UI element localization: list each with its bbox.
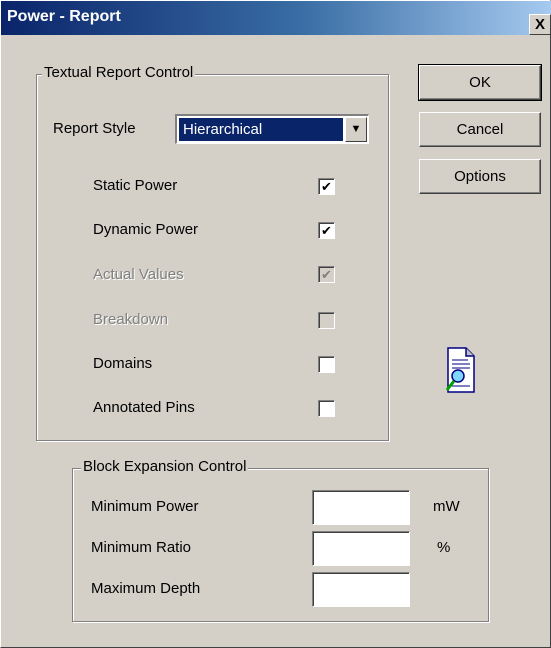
minimum-power-input[interactable] — [312, 490, 410, 525]
options-button[interactable]: Options — [419, 159, 541, 194]
checkbox-breakdown[interactable] — [318, 312, 335, 329]
window-title: Power - Report — [7, 8, 121, 25]
option-label-annotated-pins: Annotated Pins — [93, 399, 195, 416]
option-label-actual-values: Actual Values — [93, 266, 184, 283]
close-button[interactable]: X — [529, 14, 551, 35]
minimum-ratio-input[interactable] — [312, 531, 410, 566]
report-style-dropdown[interactable]: Hierarchical ▼ — [175, 114, 369, 144]
checkbox-domains[interactable] — [318, 356, 335, 373]
ok-button[interactable]: OK — [418, 64, 542, 101]
title-bar[interactable]: Power - Report X — [1, 1, 551, 35]
maximum-depth-input[interactable] — [312, 572, 410, 607]
minimum-power-label: Minimum Power — [91, 498, 199, 515]
minimum-ratio-unit: % — [437, 539, 451, 556]
checkbox-static-power[interactable]: ✔ — [318, 178, 335, 195]
option-label-dynamic-power: Dynamic Power — [93, 221, 199, 238]
textual-report-control-label: Textual Report Control — [42, 64, 196, 81]
report-magnifier-icon — [445, 347, 475, 393]
report-style-value: Hierarchical — [179, 118, 343, 141]
checkbox-actual-values[interactable]: ✔ — [318, 266, 335, 283]
power-report-dialog: Power - Report X OK Cancel Options Textu… — [0, 0, 551, 648]
option-label-breakdown: Breakdown — [93, 311, 169, 328]
minimum-power-unit: mW — [433, 498, 460, 515]
option-label-static-power: Static Power — [93, 177, 178, 194]
option-label-domains: Domains — [93, 355, 153, 372]
chevron-down-icon[interactable]: ▼ — [345, 117, 367, 142]
checkbox-annotated-pins[interactable] — [318, 400, 335, 417]
block-expansion-control-label: Block Expansion Control — [81, 458, 249, 475]
cancel-button[interactable]: Cancel — [419, 112, 541, 147]
report-style-label: Report Style — [53, 120, 136, 137]
maximum-depth-label: Maximum Depth — [91, 580, 201, 597]
checkbox-dynamic-power[interactable]: ✔ — [318, 222, 335, 239]
minimum-ratio-label: Minimum Ratio — [91, 539, 192, 556]
